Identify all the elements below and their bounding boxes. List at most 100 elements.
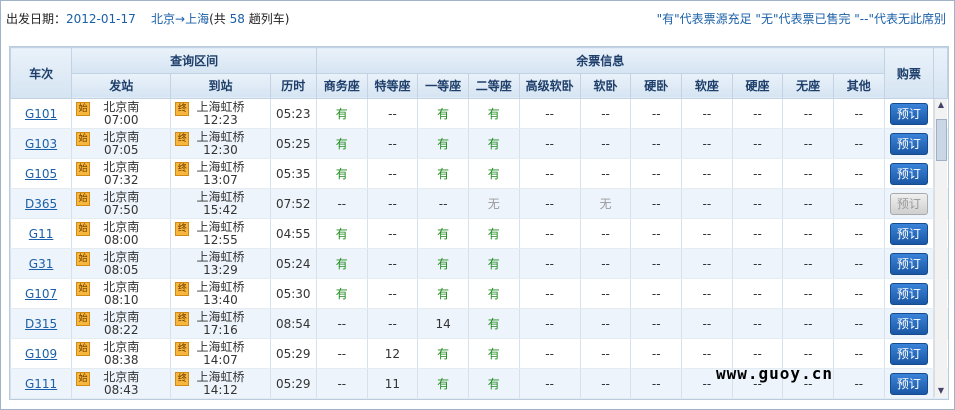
train-results-table: 车次 查询区间 余票信息 购票 发站 到站 历时 商务座 特等座 一等座 二等座 高级软… bbox=[9, 46, 949, 400]
book-button[interactable]: 预订 bbox=[889, 162, 928, 185]
train-number-link[interactable]: D315 bbox=[25, 317, 57, 331]
book-button[interactable]: 预订 bbox=[889, 372, 928, 395]
table-row: G11 始北京南 08:00 终上海虹桥 12:55 04:55 有 -- 有有 -- -- -- --… bbox=[10, 218, 948, 249]
seat-availability: 11 bbox=[366, 368, 418, 399]
col-from-station: 发站 bbox=[71, 72, 172, 99]
scroll-thumb[interactable] bbox=[936, 119, 947, 161]
seat-availability: -- bbox=[518, 158, 581, 189]
arrival-time: 15:42 bbox=[203, 202, 238, 217]
seat-availability: -- bbox=[366, 278, 418, 309]
book-button[interactable]: 预订 bbox=[889, 222, 928, 245]
seat-availability: -- bbox=[832, 308, 885, 339]
to-station-name: 上海虹桥 bbox=[196, 249, 245, 264]
seat-availability: -- bbox=[832, 158, 885, 189]
seat-availability: -- bbox=[630, 218, 682, 249]
seat-availability: -- bbox=[579, 338, 631, 369]
seat-availability: -- bbox=[366, 98, 418, 129]
train-number-link[interactable]: G111 bbox=[25, 377, 57, 391]
table-row: D315 始北京南 08:22 终上海虹桥 17:16 08:54 -- -- 14 有 -- -- -… bbox=[10, 308, 948, 339]
book-button[interactable]: 预订 bbox=[889, 312, 928, 335]
seat-availability: -- bbox=[518, 368, 581, 399]
terminal-badge-icon: 终 bbox=[175, 341, 190, 356]
train-number-link[interactable]: G109 bbox=[25, 347, 57, 361]
origin-badge-icon: 始 bbox=[76, 341, 91, 356]
seat-availability: -- bbox=[731, 308, 783, 339]
seat-availability: -- bbox=[579, 248, 631, 279]
seat-availability: 有 bbox=[417, 338, 469, 369]
seat-availability: 14 bbox=[417, 308, 469, 339]
from-station-cell: 始北京南 08:10 bbox=[73, 280, 171, 307]
scroll-up-icon[interactable]: ▲ bbox=[936, 99, 946, 111]
seat-availability: -- bbox=[681, 308, 733, 339]
seat-availability: -- bbox=[832, 98, 885, 129]
book-button[interactable]: 预订 bbox=[889, 102, 928, 125]
table-row: G105 始北京南 07:32 终上海虹桥 13:07 05:35 有 -- 有有 -- -- -- -… bbox=[10, 158, 948, 189]
seat-availability: -- bbox=[366, 248, 418, 279]
seat-availability: -- bbox=[782, 248, 834, 279]
duration-cell: 05:23 bbox=[269, 98, 317, 129]
from-station-cell: 始北京南 08:43 bbox=[73, 370, 171, 397]
vertical-scrollbar[interactable]: ▲ ▼ bbox=[934, 99, 947, 397]
seat-availability: 有 bbox=[467, 158, 520, 189]
train-number-link[interactable]: G107 bbox=[25, 287, 57, 301]
book-button[interactable]: 预订 bbox=[889, 282, 928, 305]
route-from: 北京 bbox=[151, 12, 176, 26]
table-row: G31 始北京南 08:05 上海虹桥 13:29 05:24 有 -- 有有 -- -- -- -- -… bbox=[10, 248, 948, 279]
seat-availability: 有 bbox=[467, 308, 520, 339]
book-button[interactable]: 预订 bbox=[889, 342, 928, 365]
terminal-badge-icon: 终 bbox=[175, 221, 190, 236]
book-button[interactable]: 预订 bbox=[889, 252, 928, 275]
date-value: 2012-01-17 bbox=[66, 12, 136, 26]
duration-cell: 05:29 bbox=[269, 368, 317, 399]
scroll-down-icon[interactable]: ▼ bbox=[936, 385, 946, 397]
seat-availability: 无 bbox=[467, 188, 520, 219]
seat-availability: -- bbox=[681, 98, 733, 129]
seat-availability: -- bbox=[782, 158, 834, 189]
to-station-cell: 终上海虹桥 13:07 bbox=[172, 160, 270, 187]
train-number-link[interactable]: G11 bbox=[29, 227, 54, 241]
seat-availability: -- bbox=[315, 308, 368, 339]
train-number-link[interactable]: G105 bbox=[25, 167, 57, 181]
origin-badge-icon: 始 bbox=[76, 221, 91, 236]
col-buy: 购票 bbox=[883, 47, 935, 99]
seat-availability: -- bbox=[832, 278, 885, 309]
col-seat-8: 硬座 bbox=[731, 72, 784, 99]
seat-availability: 有 bbox=[417, 98, 469, 129]
seat-availability: 有 bbox=[467, 248, 520, 279]
train-number-link[interactable]: D365 bbox=[25, 197, 57, 211]
to-station-cell: 终上海虹桥 12:30 bbox=[172, 130, 270, 157]
train-count: 58 bbox=[229, 12, 245, 26]
col-seat-5: 软卧 bbox=[579, 72, 632, 99]
seat-availability: -- bbox=[832, 338, 885, 369]
seat-availability: -- bbox=[832, 218, 885, 249]
col-seat-2: 一等座 bbox=[417, 72, 469, 99]
seat-availability: -- bbox=[681, 128, 733, 159]
train-number-link[interactable]: G101 bbox=[25, 107, 57, 121]
train-number-link[interactable]: G31 bbox=[29, 257, 54, 271]
seat-availability: -- bbox=[731, 218, 783, 249]
duration-cell: 04:55 bbox=[269, 218, 317, 249]
duration-cell: 05:24 bbox=[269, 248, 317, 279]
table-row: G101 始北京南 07:00 终上海虹桥 12:23 05:23 有 -- 有有 -- -- -- -… bbox=[10, 98, 948, 129]
from-station-cell: 始北京南 07:00 bbox=[73, 100, 171, 127]
seat-availability: 有 bbox=[467, 338, 520, 369]
train-number-link[interactable]: G103 bbox=[25, 137, 57, 151]
seat-availability: 有 bbox=[315, 158, 368, 189]
seat-availability: 有 bbox=[467, 368, 520, 399]
seat-availability: -- bbox=[782, 218, 834, 249]
seat-availability: -- bbox=[832, 248, 885, 279]
seat-availability: -- bbox=[518, 338, 581, 369]
group-query-range: 查询区间 bbox=[71, 47, 317, 74]
watermark-text: www.guoy.cn bbox=[716, 364, 833, 383]
seat-availability: -- bbox=[315, 368, 368, 399]
seat-availability: -- bbox=[518, 218, 581, 249]
seat-availability: -- bbox=[630, 158, 682, 189]
col-seat-6: 硬卧 bbox=[630, 72, 683, 99]
book-button[interactable]: 预订 bbox=[889, 192, 928, 215]
seat-availability: -- bbox=[681, 188, 733, 219]
to-station-cell: 终上海虹桥 12:55 bbox=[172, 220, 270, 247]
seat-availability: -- bbox=[630, 338, 682, 369]
seat-availability: 有 bbox=[467, 128, 520, 159]
to-station-name: 上海虹桥 bbox=[196, 189, 245, 204]
book-button[interactable]: 预订 bbox=[889, 132, 928, 155]
